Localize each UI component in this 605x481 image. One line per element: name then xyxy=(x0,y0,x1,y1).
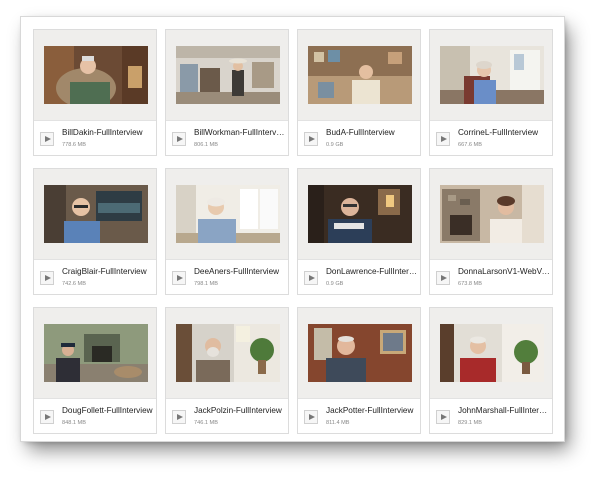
video-card[interactable]: DeeAners-FullInterview 798.1 MB xyxy=(165,168,289,295)
video-name[interactable]: BillDakin-FullInterview xyxy=(62,128,154,137)
video-card[interactable]: DonLawrence-FullInterview 0.9 GB xyxy=(297,168,421,295)
thumbnail-frame xyxy=(166,30,288,121)
file-size: 667.6 MB xyxy=(458,142,482,148)
file-size: 798.1 MB xyxy=(194,281,218,287)
video-name[interactable]: DonnaLarsonV1-WebVersion xyxy=(458,267,550,276)
thumbnail-frame xyxy=(34,169,156,260)
thumbnail-frame xyxy=(298,30,420,121)
play-icon[interactable] xyxy=(304,271,318,285)
file-size: 848.1 MB xyxy=(62,420,86,426)
video-name[interactable]: DougFollett-FullInterview xyxy=(62,406,154,415)
video-thumbnail[interactable] xyxy=(308,185,412,243)
file-size: 0.9 GB xyxy=(326,142,344,148)
video-card[interactable]: BillDakin-FullInterview 778.6 MB xyxy=(33,29,157,156)
video-gallery-panel: BillDakin-FullInterview 778.6 MB BillWor… xyxy=(20,16,565,442)
video-thumbnail[interactable] xyxy=(44,324,148,382)
play-icon[interactable] xyxy=(304,410,318,424)
video-card[interactable]: DougFollett-FullInterview 848.1 MB xyxy=(33,307,157,434)
video-card[interactable]: JohnMarshall-FullInterview 829.1 MB xyxy=(429,307,553,434)
play-icon[interactable] xyxy=(172,410,186,424)
file-size: 673.8 MB xyxy=(458,281,482,287)
play-icon[interactable] xyxy=(436,271,450,285)
play-icon[interactable] xyxy=(172,132,186,146)
file-size: 778.6 MB xyxy=(62,142,86,148)
video-name[interactable]: CraigBlair-FullInterview xyxy=(62,267,154,276)
video-thumbnail[interactable] xyxy=(440,46,544,104)
video-card[interactable]: CraigBlair-FullInterview 742.6 MB xyxy=(33,168,157,295)
video-name[interactable]: BillWorkman-FullInterview xyxy=(194,128,286,137)
thumbnail-frame xyxy=(298,169,420,260)
play-icon[interactable] xyxy=(40,132,54,146)
video-name[interactable]: JackPotter-FullInterview xyxy=(326,406,418,415)
thumbnail-frame xyxy=(34,308,156,399)
play-icon[interactable] xyxy=(40,271,54,285)
video-thumbnail[interactable] xyxy=(308,324,412,382)
file-size: 0.9 GB xyxy=(326,281,344,287)
video-card[interactable]: CorrineL-FullInterview 667.6 MB xyxy=(429,29,553,156)
file-size: 742.6 MB xyxy=(62,281,86,287)
video-name[interactable]: DonLawrence-FullInterview xyxy=(326,267,418,276)
play-icon[interactable] xyxy=(172,271,186,285)
thumbnail-frame xyxy=(430,30,552,121)
thumbnail-frame xyxy=(34,30,156,121)
file-size: 806.1 MB xyxy=(194,142,218,148)
video-thumbnail[interactable] xyxy=(308,46,412,104)
file-size: 829.1 MB xyxy=(458,420,482,426)
play-icon[interactable] xyxy=(40,410,54,424)
video-card[interactable]: BillWorkman-FullInterview 806.1 MB xyxy=(165,29,289,156)
thumbnail-frame xyxy=(430,308,552,399)
video-thumbnail[interactable] xyxy=(44,185,148,243)
thumbnail-frame xyxy=(166,308,288,399)
video-name[interactable]: JohnMarshall-FullInterview xyxy=(458,406,550,415)
play-icon[interactable] xyxy=(436,410,450,424)
video-card[interactable]: DonnaLarsonV1-WebVersion 673.8 MB xyxy=(429,168,553,295)
video-card[interactable]: JackPolzin-FullInterview 746.1 MB xyxy=(165,307,289,434)
play-icon[interactable] xyxy=(304,132,318,146)
video-thumbnail[interactable] xyxy=(440,185,544,243)
video-grid: BillDakin-FullInterview 778.6 MB BillWor… xyxy=(33,29,553,434)
thumbnail-frame xyxy=(166,169,288,260)
video-thumbnail[interactable] xyxy=(176,185,280,243)
video-name[interactable]: CorrineL-FullInterview xyxy=(458,128,550,137)
video-name[interactable]: JackPolzin-FullInterview xyxy=(194,406,286,415)
video-card[interactable]: JackPotter-FullInterview 811.4 MB xyxy=(297,307,421,434)
thumbnail-frame xyxy=(430,169,552,260)
video-name[interactable]: BudA-FullInterview xyxy=(326,128,418,137)
thumbnail-frame xyxy=(298,308,420,399)
video-card[interactable]: BudA-FullInterview 0.9 GB xyxy=(297,29,421,156)
video-thumbnail[interactable] xyxy=(440,324,544,382)
file-size: 746.1 MB xyxy=(194,420,218,426)
video-thumbnail[interactable] xyxy=(44,46,148,104)
video-thumbnail[interactable] xyxy=(176,46,280,104)
play-icon[interactable] xyxy=(436,132,450,146)
video-name[interactable]: DeeAners-FullInterview xyxy=(194,267,286,276)
file-size: 811.4 MB xyxy=(326,420,350,426)
video-thumbnail[interactable] xyxy=(176,324,280,382)
